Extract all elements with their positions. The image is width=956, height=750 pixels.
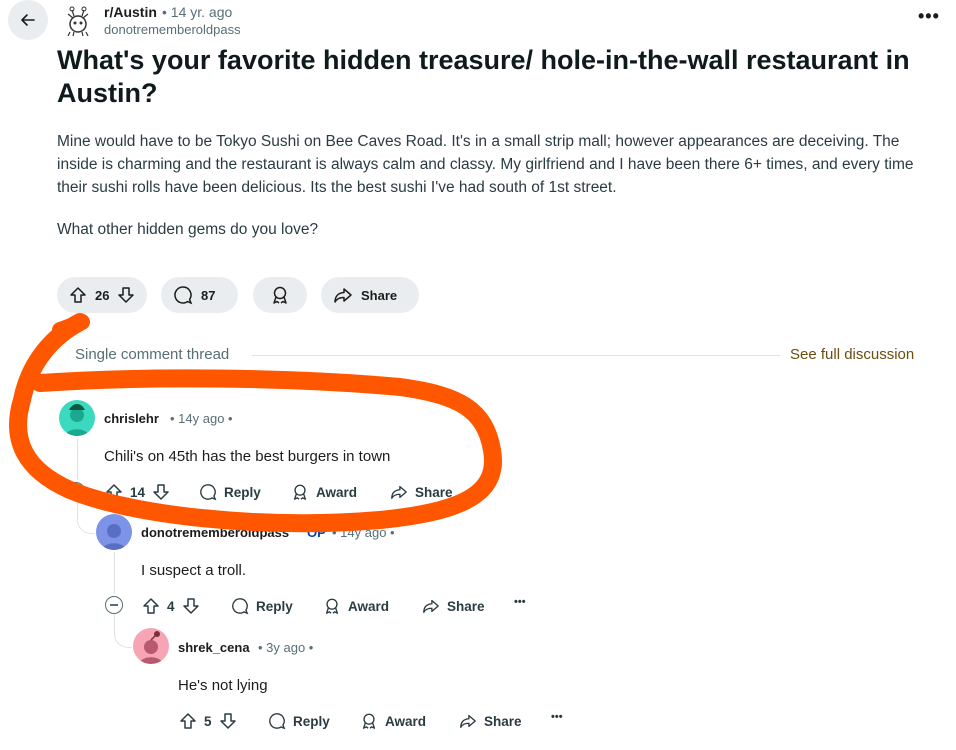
comment-more-button[interactable]: •••: [482, 482, 494, 494]
comment-author[interactable]: donotrememberoldpass: [141, 525, 289, 540]
thread-divider: [252, 355, 780, 356]
comment-vote-count: 5: [204, 713, 212, 729]
post-comment-count: 87: [201, 287, 216, 303]
thread-line: [114, 552, 115, 594]
reply-button[interactable]: Reply: [267, 711, 330, 731]
post-title: What's your favorite hidden treasure/ ho…: [57, 45, 910, 108]
post-author[interactable]: donotrememberoldpass: [104, 22, 241, 37]
share-icon: [333, 285, 353, 305]
comment-vote-group: 4: [141, 596, 201, 616]
award-icon: [322, 596, 342, 616]
upvote-icon[interactable]: [141, 596, 161, 616]
comment-meta: • 14y ago •: [170, 411, 233, 426]
comment-text: He's not lying: [178, 677, 268, 694]
thread-connector: [114, 614, 132, 648]
downvote-icon[interactable]: [151, 482, 171, 502]
avatar-icon: [65, 404, 89, 436]
upvote-icon[interactable]: [178, 711, 198, 731]
award-button[interactable]: Award: [290, 482, 357, 502]
post-body-paragraph-1: Mine would have to be Tokyo Sushi on Bee…: [57, 133, 914, 196]
collapse-button[interactable]: [105, 596, 123, 614]
share-button[interactable]: Share: [421, 596, 485, 616]
reply-label: Reply: [293, 713, 330, 729]
post-comments-button[interactable]: 87: [161, 277, 238, 313]
arrow-left-icon: [21, 14, 35, 26]
comment-meta: • 14y ago •: [332, 525, 395, 540]
comment-vote-group: 14: [104, 482, 171, 502]
share-button[interactable]: Share: [389, 482, 453, 502]
award-button[interactable]: Award: [359, 711, 426, 731]
post-age: • 14 yr. ago: [162, 4, 233, 20]
comment-text: I suspect a troll.: [141, 562, 247, 579]
comment-icon: [267, 711, 287, 731]
avatar-icon: [102, 524, 126, 550]
comment-icon: [198, 482, 218, 502]
reply-label: Reply: [224, 484, 261, 500]
share-icon: [458, 711, 478, 731]
award-icon: [359, 711, 379, 731]
comment-icon: [173, 285, 193, 305]
back-button[interactable]: [8, 0, 48, 40]
share-icon: [389, 482, 409, 502]
post-share-label: Share: [361, 287, 398, 303]
comment-more-button[interactable]: •••: [551, 711, 563, 723]
post-body: Mine would have to be Tokyo Sushi on Bee…: [57, 130, 937, 260]
downvote-icon[interactable]: [218, 711, 238, 731]
comment-text: Chili's on 45th has the best burgers in …: [104, 448, 391, 465]
avatar[interactable]: [133, 628, 169, 664]
downvote-icon[interactable]: [181, 596, 201, 616]
reply-label: Reply: [256, 598, 293, 614]
collapse-button[interactable]: [67, 482, 85, 500]
upvote-icon[interactable]: [69, 285, 87, 305]
post-share-button[interactable]: Share: [321, 277, 419, 313]
thread-connector: [77, 500, 95, 534]
single-thread-label: Single comment thread: [75, 346, 230, 363]
comment-vote-count: 14: [130, 484, 146, 500]
share-icon: [421, 596, 441, 616]
reply-button[interactable]: Reply: [230, 596, 293, 616]
post-vote-count: 26: [95, 287, 110, 303]
upvote-icon[interactable]: [104, 482, 124, 502]
award-button[interactable]: Award: [322, 596, 389, 616]
avatar[interactable]: [96, 514, 132, 550]
thread-line: [77, 438, 78, 480]
comment-author[interactable]: chrislehr: [104, 411, 159, 426]
share-label: Share: [484, 713, 522, 729]
downvote-icon[interactable]: [117, 285, 135, 305]
award-label: Award: [348, 598, 390, 614]
reply-button[interactable]: Reply: [198, 482, 261, 502]
avatar-icon: [139, 631, 163, 664]
award-label: Award: [316, 484, 358, 500]
post-vote-pill: 26: [57, 277, 147, 313]
comment-vote-group: 5: [178, 711, 238, 731]
share-button[interactable]: Share: [458, 711, 522, 731]
subreddit-name[interactable]: r/Austin: [104, 4, 157, 20]
comment-more-button[interactable]: •••: [514, 596, 526, 608]
post-more-button[interactable]: •••: [918, 6, 940, 27]
avatar[interactable]: [59, 400, 95, 436]
subreddit-icon[interactable]: [60, 2, 96, 38]
award-icon: [270, 285, 290, 305]
award-label: Award: [385, 713, 427, 729]
comment-author[interactable]: shrek_cena: [178, 640, 250, 655]
post-body-paragraph-2: What other hidden gems do you love?: [57, 221, 319, 238]
post-award-button[interactable]: [253, 277, 307, 313]
comment-meta: • 3y ago •: [258, 640, 314, 655]
award-icon: [290, 482, 310, 502]
op-badge: OP: [307, 525, 326, 540]
see-full-discussion-link[interactable]: See full discussion: [790, 346, 914, 363]
subreddit-logo-icon: [67, 6, 89, 37]
comment-icon: [230, 596, 250, 616]
comment-vote-count: 4: [167, 598, 175, 614]
share-label: Share: [447, 598, 485, 614]
share-label: Share: [415, 484, 453, 500]
